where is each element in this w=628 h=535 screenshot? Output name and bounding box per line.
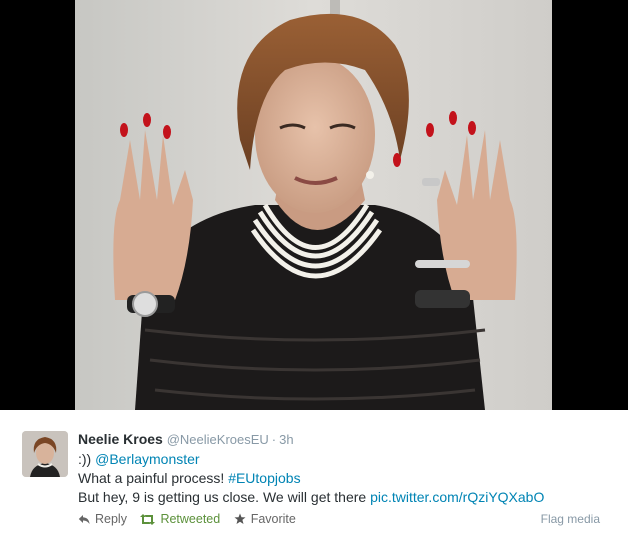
author-handle[interactable]: @NeelieKroesEU xyxy=(167,432,269,447)
reply-label: Reply xyxy=(95,512,127,526)
favorite-button[interactable]: Favorite xyxy=(234,511,296,527)
tweet-timestamp[interactable]: 3h xyxy=(279,432,293,447)
retweet-icon xyxy=(140,514,156,525)
reply-icon xyxy=(78,515,90,524)
retweet-button[interactable]: Retweeted xyxy=(140,511,220,527)
tweet-media[interactable] xyxy=(0,0,628,410)
header-separator: · xyxy=(271,432,277,447)
text-prefix: :)) xyxy=(78,451,96,467)
retweet-label: Retweeted xyxy=(160,512,221,526)
tweet-actions: Reply Retweeted Favorite xyxy=(78,511,306,527)
reply-button[interactable]: Reply xyxy=(78,511,127,527)
tweet-text-line: :)) @Berlaymonster xyxy=(78,450,544,469)
media-link[interactable]: pic.twitter.com/rQziYQXabO xyxy=(370,489,544,505)
author-fullname[interactable]: Neelie Kroes xyxy=(78,431,163,447)
star-icon xyxy=(234,513,246,524)
tweet-text: :)) @Berlaymonster What a painful proces… xyxy=(78,450,544,507)
text-prefix: What a painful process! xyxy=(78,470,229,486)
text-prefix: But hey, 9 is getting us close. We will … xyxy=(78,489,371,505)
flag-media-link[interactable]: Flag media xyxy=(541,511,600,527)
hashtag-link[interactable]: #EUtopjobs xyxy=(228,470,300,486)
favorite-label: Favorite xyxy=(250,512,296,526)
tweet-header: Neelie Kroes @NeelieKroesEU · 3h xyxy=(78,430,294,449)
tweet-text-line: But hey, 9 is getting us close. We will … xyxy=(78,488,544,507)
author-avatar[interactable] xyxy=(22,431,68,477)
tweet: Neelie Kroes @NeelieKroesEU · 3h :)) @Berl… xyxy=(0,410,628,535)
mention-link[interactable]: @Berlaymonster xyxy=(95,451,199,467)
tweet-text-line: What a painful process! #EUtopjobs xyxy=(78,469,544,488)
tweet-photo[interactable] xyxy=(75,0,552,410)
